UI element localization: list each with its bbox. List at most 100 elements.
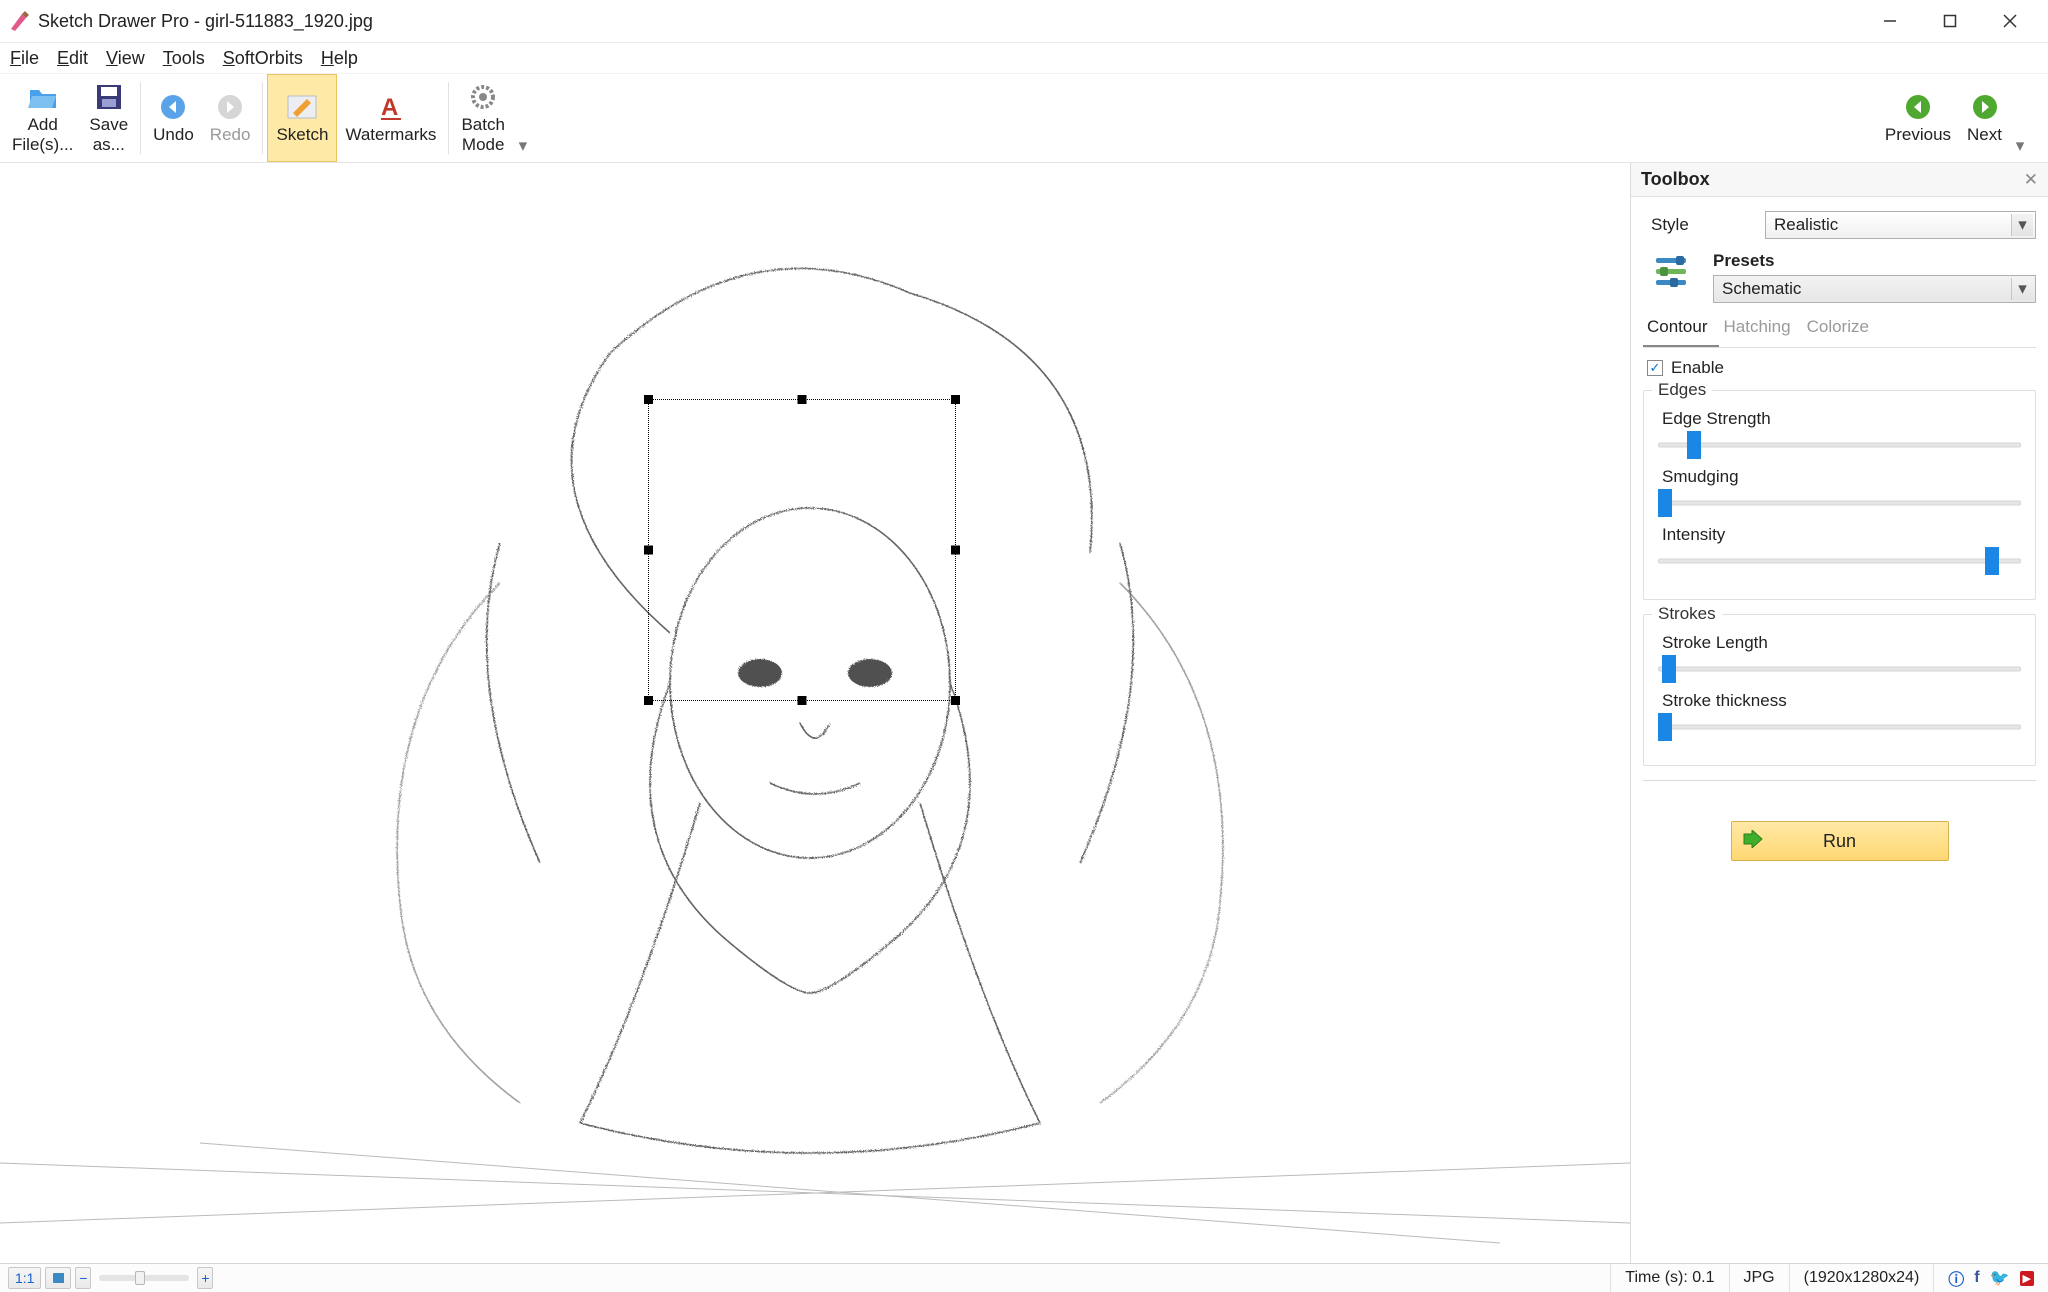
sketch-button[interactable]: Sketch xyxy=(267,74,337,162)
handle-w[interactable] xyxy=(644,546,653,555)
toolbar-label: AddFile(s)... xyxy=(12,115,73,154)
handle-ne[interactable] xyxy=(951,395,960,404)
undo-icon xyxy=(157,91,189,123)
titlebar: Sketch Drawer Pro - girl-511883_1920.jpg xyxy=(0,0,2048,43)
strokes-legend: Strokes xyxy=(1652,604,1722,624)
status-time: Time (s): 0.1 xyxy=(1610,1264,1728,1292)
svg-text:A: A xyxy=(381,94,398,121)
add-files-button[interactable]: AddFile(s)... xyxy=(4,74,81,162)
zoom-out-button[interactable]: − xyxy=(75,1267,91,1289)
facebook-icon[interactable]: f xyxy=(1974,1269,1979,1287)
redo-button[interactable]: Redo xyxy=(202,74,259,162)
run-arrow-icon xyxy=(1742,830,1764,853)
chevron-down-icon: ▾ xyxy=(2011,214,2033,236)
intensity-slider[interactable] xyxy=(1658,547,2021,575)
run-label: Run xyxy=(1823,831,1856,852)
intensity-label: Intensity xyxy=(1662,525,2021,545)
zoom-ratio-button[interactable]: 1:1 xyxy=(8,1267,41,1289)
toolbar: AddFile(s)... Saveas... Undo Redo Sketch… xyxy=(0,73,2048,163)
menu-view[interactable]: View xyxy=(106,48,145,69)
handle-nw[interactable] xyxy=(644,395,653,404)
undo-button[interactable]: Undo xyxy=(145,74,202,162)
style-label: Style xyxy=(1651,215,1751,235)
twitter-icon[interactable]: 🐦 xyxy=(1990,1268,2010,1288)
stroke-thickness-slider[interactable] xyxy=(1658,713,2021,741)
arrow-right-icon xyxy=(1969,91,2001,123)
batch-mode-button[interactable]: BatchMode xyxy=(453,74,512,162)
strokes-group: Strokes Stroke Length Stroke thickness xyxy=(1643,614,2036,766)
menu-softorbits[interactable]: SoftOrbits xyxy=(223,48,303,69)
toolbox-header: Toolbox ✕ xyxy=(1631,163,2048,197)
chevron-down-icon: ▾ xyxy=(2011,278,2033,300)
menu-edit[interactable]: Edit xyxy=(57,48,88,69)
previous-button[interactable]: Previous xyxy=(1877,74,1959,162)
toolbar-label: Previous xyxy=(1885,125,1951,145)
edge-strength-label: Edge Strength xyxy=(1662,409,2021,429)
handle-e[interactable] xyxy=(951,546,960,555)
toolbox-title: Toolbox xyxy=(1641,169,1710,190)
menu-file[interactable]: File xyxy=(10,48,39,69)
toolbar-label: Sketch xyxy=(276,125,328,145)
next-button[interactable]: Next xyxy=(1959,74,2010,162)
youtube-icon[interactable]: ▶ xyxy=(2020,1271,2034,1286)
minimize-button[interactable] xyxy=(1860,1,1920,41)
info-icon[interactable]: ⓘ xyxy=(1948,1266,1964,1290)
smudging-label: Smudging xyxy=(1662,467,2021,487)
toolbar-label: BatchMode xyxy=(461,115,504,154)
toolbox-tabs: Contour Hatching Colorize xyxy=(1643,311,2036,348)
edges-legend: Edges xyxy=(1652,380,1712,400)
stroke-length-slider[interactable] xyxy=(1658,655,2021,683)
canvas[interactable] xyxy=(0,163,1630,1263)
toolbox-panel: Toolbox ✕ Style Realistic ▾ xyxy=(1630,163,2048,1263)
maximize-button[interactable] xyxy=(1920,1,1980,41)
tab-contour[interactable]: Contour xyxy=(1643,311,1719,347)
handle-s[interactable] xyxy=(798,696,807,705)
toolbar-nav-overflow[interactable]: ▾ xyxy=(2010,74,2030,162)
watermarks-button[interactable]: A Watermarks xyxy=(337,74,444,162)
toolbar-label: Redo xyxy=(210,125,251,145)
menubar: File Edit View Tools SoftOrbits Help xyxy=(0,43,2048,73)
presets-value: Schematic xyxy=(1722,279,1801,299)
status-format: JPG xyxy=(1729,1264,1789,1292)
redo-icon xyxy=(214,91,246,123)
sketch-icon xyxy=(286,91,318,123)
sketch-preview xyxy=(0,163,1630,1263)
window-title: Sketch Drawer Pro - girl-511883_1920.jpg xyxy=(38,11,373,32)
style-dropdown[interactable]: Realistic ▾ xyxy=(1765,211,2036,239)
handle-sw[interactable] xyxy=(644,696,653,705)
statusbar: 1:1 − + Time (s): 0.1 JPG (1920x1280x24)… xyxy=(0,1263,2048,1292)
zoom-in-button[interactable]: + xyxy=(197,1267,213,1289)
save-icon xyxy=(93,81,125,113)
presets-title: Presets xyxy=(1713,251,2036,271)
smudging-slider[interactable] xyxy=(1658,489,2021,517)
app-icon xyxy=(8,10,30,32)
toolbar-overflow[interactable]: ▾ xyxy=(513,74,533,162)
fit-screen-button[interactable] xyxy=(45,1267,71,1289)
edge-strength-slider[interactable] xyxy=(1658,431,2021,459)
status-dimensions: (1920x1280x24) xyxy=(1789,1264,1934,1292)
tab-hatching[interactable]: Hatching xyxy=(1719,311,1802,347)
handle-n[interactable] xyxy=(798,395,807,404)
menu-help[interactable]: Help xyxy=(321,48,358,69)
presets-icon xyxy=(1651,251,1697,291)
save-as-button[interactable]: Saveas... xyxy=(81,74,136,162)
stroke-thickness-label: Stroke thickness xyxy=(1662,691,2021,711)
watermark-icon: A xyxy=(375,91,407,123)
toolbar-label: Next xyxy=(1967,125,2002,145)
selection-rectangle[interactable] xyxy=(648,399,956,701)
separator xyxy=(1643,780,2036,781)
run-button[interactable]: Run xyxy=(1731,821,1949,861)
arrow-left-icon xyxy=(1902,91,1934,123)
enable-checkbox[interactable]: ✓ xyxy=(1647,360,1663,376)
menu-tools[interactable]: Tools xyxy=(163,48,205,69)
tab-colorize[interactable]: Colorize xyxy=(1803,311,1881,347)
enable-label: Enable xyxy=(1671,358,1724,378)
stroke-length-label: Stroke Length xyxy=(1662,633,2021,653)
close-button[interactable] xyxy=(1980,1,2040,41)
handle-se[interactable] xyxy=(951,696,960,705)
zoom-slider[interactable] xyxy=(99,1275,189,1281)
toolbox-close-icon[interactable]: ✕ xyxy=(2024,170,2038,190)
toolbar-label: Undo xyxy=(153,125,194,145)
toolbar-label: Watermarks xyxy=(345,125,436,145)
presets-dropdown[interactable]: Schematic ▾ xyxy=(1713,275,2036,303)
